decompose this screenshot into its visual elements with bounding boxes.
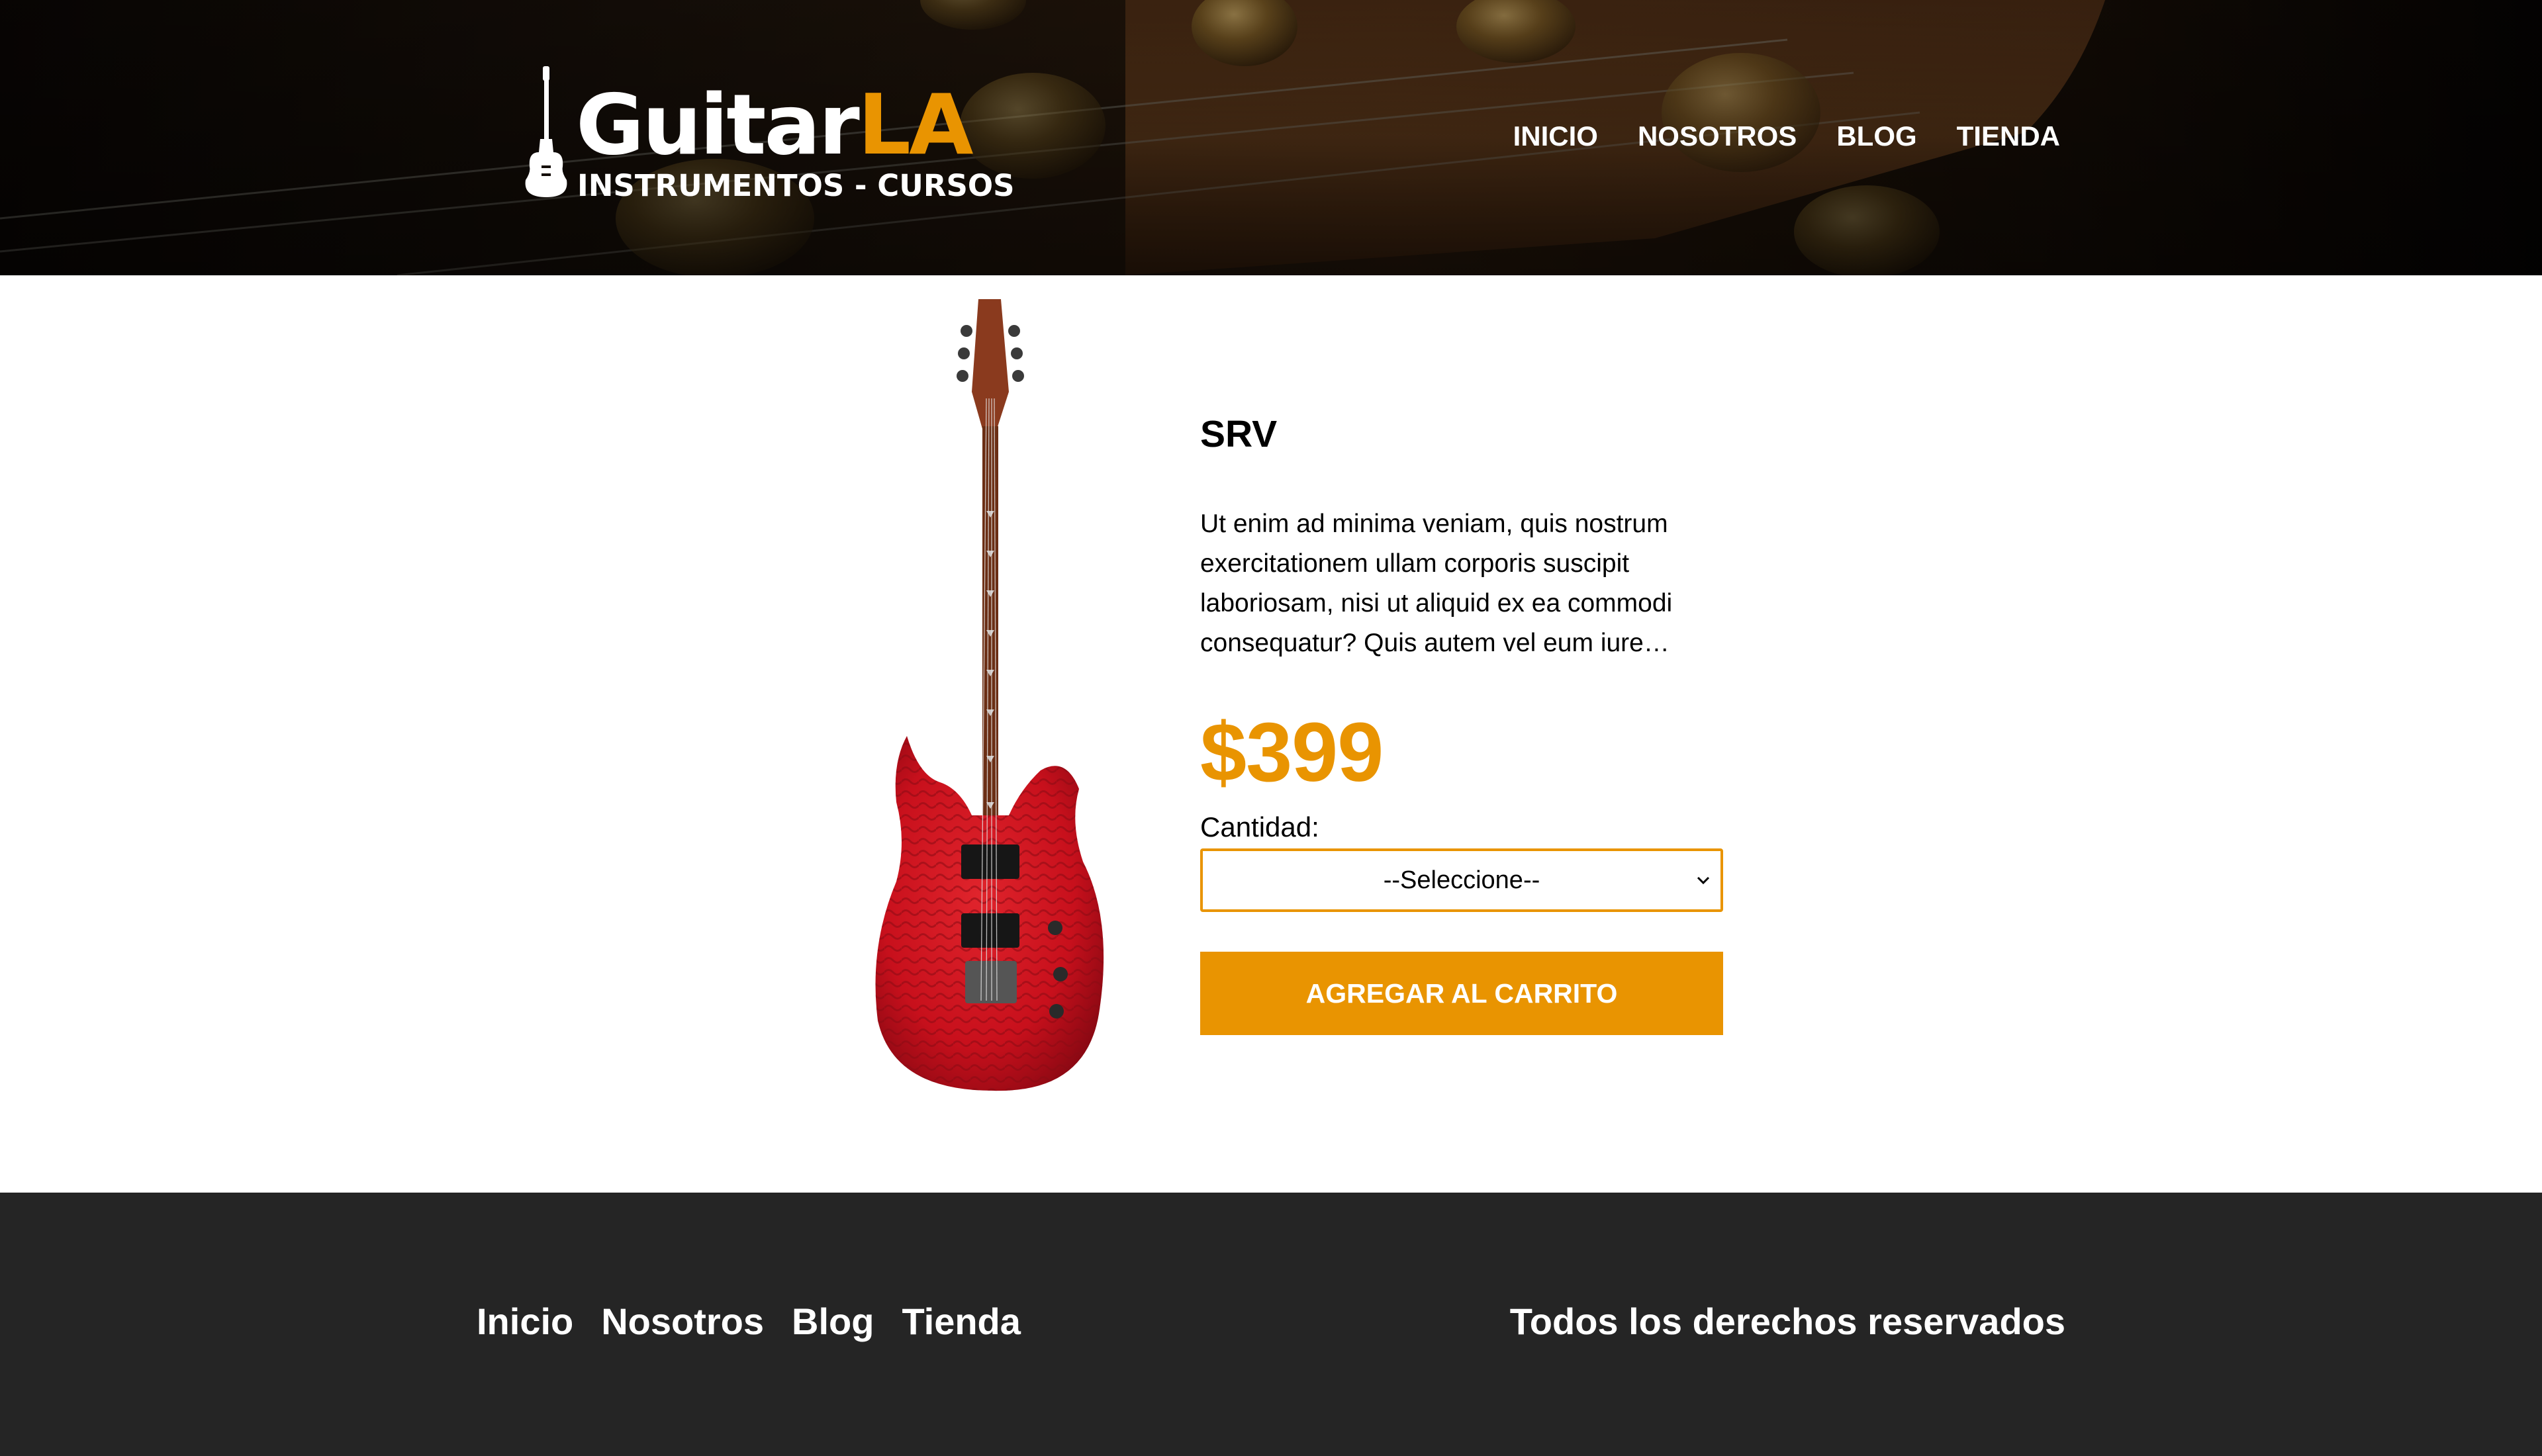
footer-link-tienda[interactable]: Tienda [902, 1300, 1020, 1343]
quantity-label: Cantidad: [1200, 811, 1319, 842]
nav-link-tienda[interactable]: TIENDA [1957, 120, 2060, 152]
quantity-select-value: --Seleccione-- [1383, 866, 1540, 894]
product-info: SRV Ut enim ad minima veniam, quis nostr… [1200, 410, 1723, 1035]
footer-link-inicio[interactable]: Inicio [477, 1300, 573, 1343]
nav-link-blog[interactable]: BLOG [1836, 120, 1916, 152]
quantity-select[interactable]: --Seleccione-- [1200, 848, 1723, 912]
site-footer: Inicio Nosotros Blog Tienda Todos los de… [0, 1193, 2542, 1456]
logo-tagline: INSTRUMENTOS - CURSOS [577, 168, 1015, 203]
main-nav: INICIO NOSOTROS BLOG TIENDA [1513, 120, 2060, 152]
guitar-logo-icon [525, 66, 567, 197]
product-description: Ut enim ad minima veniam, quis nostrum e… [1200, 510, 1673, 657]
product-image [875, 299, 1104, 1091]
header-background-image [0, 0, 2542, 275]
logo-wordmark: GuitarLA [576, 83, 974, 167]
footer-link-blog[interactable]: Blog [792, 1300, 874, 1343]
logo-brand-accent: LA [857, 76, 974, 173]
chevron-down-icon [1697, 876, 1710, 885]
footer-nav: Inicio Nosotros Blog Tienda [477, 1300, 1021, 1343]
nav-link-nosotros[interactable]: NOSOTROS [1638, 120, 1797, 152]
product-name: SRV [1200, 413, 1278, 455]
nav-link-inicio[interactable]: INICIO [1513, 120, 1598, 152]
footer-link-nosotros[interactable]: Nosotros [601, 1300, 764, 1343]
site-logo[interactable]: GuitarLA INSTRUMENTOS - CURSOS [523, 64, 1015, 209]
add-to-cart-button[interactable]: AGREGAR AL CARRITO [1200, 952, 1723, 1035]
logo-brand-main: Guitar [576, 76, 860, 173]
site-header: GuitarLA INSTRUMENTOS - CURSOS INICIO NO… [0, 0, 2542, 275]
copyright-text: Todos los derechos reservados [1509, 1300, 2065, 1342]
product-price: $399 [1200, 705, 1384, 799]
